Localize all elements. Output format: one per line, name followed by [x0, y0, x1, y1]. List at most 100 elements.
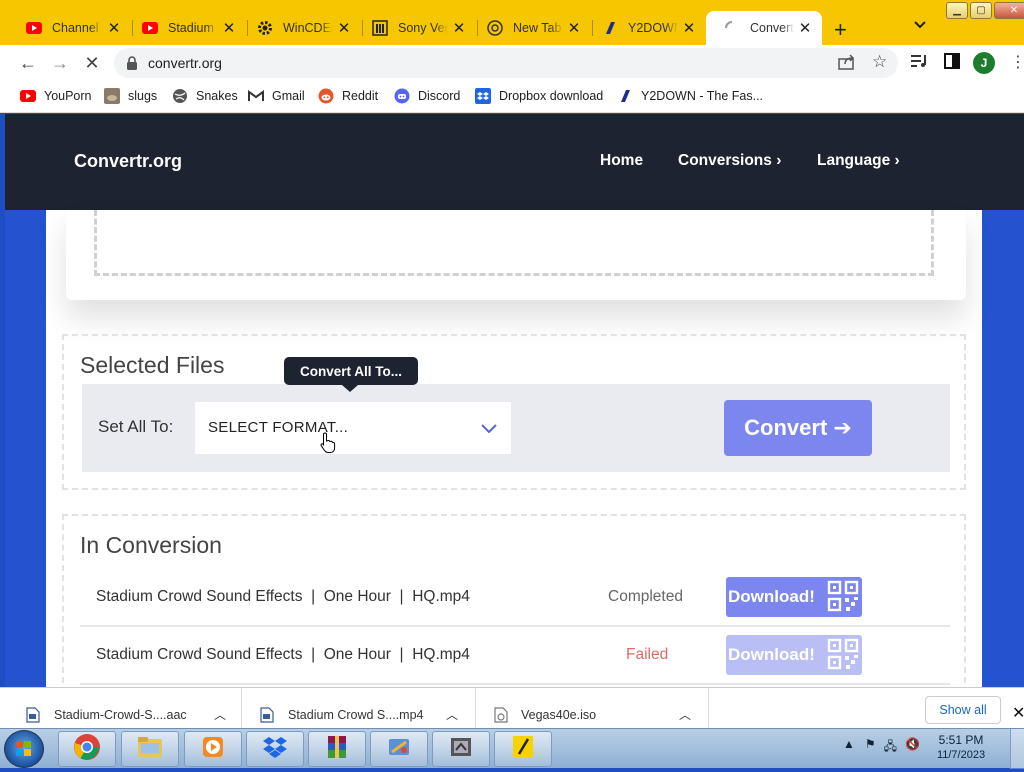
back-button[interactable]: ←: [16, 51, 40, 75]
action-center-flag-icon[interactable]: ⚑: [865, 737, 876, 758]
nav-conversions[interactable]: Conversions ›: [678, 152, 781, 170]
tab-label: Y2DOWN: [628, 21, 678, 35]
tab-close-icon[interactable]: ✕: [567, 19, 581, 37]
download-item[interactable]: Stadium Crowd S....mp4 ︿: [242, 688, 476, 728]
bookmark-dropbox[interactable]: Dropbox download: [475, 87, 603, 105]
conversion-row: Stadium Crowd Sound Effects | One Hour |…: [80, 569, 950, 627]
discord-icon: [394, 88, 410, 104]
tab-search-icon[interactable]: [914, 18, 926, 32]
taskbar-dropbox[interactable]: [246, 731, 304, 767]
download-item[interactable]: Stadium-Crowd-S....aac ︿: [0, 688, 242, 728]
address-bar[interactable]: convertr.org ☆: [114, 48, 898, 78]
start-button[interactable]: [4, 730, 44, 768]
conversion-row: Stadium Crowd Sound Effects | One Hour |…: [80, 627, 950, 685]
minimize-button[interactable]: ▁: [946, 2, 968, 19]
tab-sony-vegas[interactable]: Sony Vegas Pro ✕: [354, 11, 476, 45]
tab-close-icon[interactable]: ✕: [222, 19, 236, 37]
download-button[interactable]: Download!: [726, 577, 862, 617]
tab-label: Convertr.org: [750, 21, 794, 35]
bookmark-youporn[interactable]: YouPorn: [20, 87, 92, 105]
share-icon[interactable]: [838, 54, 856, 75]
tab-close-icon[interactable]: ✕: [107, 19, 121, 37]
bookmark-snakes[interactable]: Snakes: [172, 87, 238, 105]
tab-convertr[interactable]: Convertr.org ✕: [706, 11, 822, 45]
bookmark-reddit[interactable]: Reddit: [318, 87, 378, 105]
tab-wincdemu[interactable]: WinCDEmu ✕: [239, 11, 361, 45]
side-panel-icon[interactable]: [944, 53, 960, 74]
file-drop-zone[interactable]: [94, 210, 934, 276]
chevron-up-icon[interactable]: ︿: [214, 706, 226, 723]
tab-label: WinCDEmu: [283, 21, 333, 35]
nav-language[interactable]: Language ›: [817, 152, 900, 170]
bookmark-label: Dropbox download: [499, 89, 604, 103]
taskbar-media-player[interactable]: [184, 731, 242, 767]
hand-cursor-icon: [320, 432, 336, 459]
forward-button[interactable]: →: [48, 51, 72, 75]
tab-new-tab[interactable]: New Tab ✕: [469, 11, 591, 45]
clock-date: 11/7/2023: [936, 749, 986, 761]
tab-label: Stadium Crowd Sound Effects - YouTube: [168, 21, 218, 35]
conversion-status: Completed: [608, 588, 683, 605]
clock-time: 5:51 PM: [938, 733, 984, 747]
maximize-button[interactable]: ▢: [970, 2, 992, 19]
more-menu-icon[interactable]: ⋮: [1010, 52, 1024, 72]
qr-code-icon[interactable]: [827, 580, 859, 617]
download-filename[interactable]: Stadium Crowd S....mp4: [288, 708, 423, 722]
tab-y2down[interactable]: Y2DOWN ✕: [584, 11, 706, 45]
url-text[interactable]: convertr.org: [148, 55, 222, 71]
web-page: Convertr.org Home Conversions › Language…: [5, 114, 1024, 687]
chevron-up-icon[interactable]: ︿: [679, 706, 691, 723]
download-filename[interactable]: Vegas40e.iso: [521, 708, 596, 722]
lock-icon[interactable]: [126, 56, 138, 75]
tab-youtube-studio[interactable]: Channel content - YouTube Studio ✕: [8, 11, 131, 45]
stop-loading-button[interactable]: ✕: [80, 51, 104, 75]
nav-home[interactable]: Home: [600, 152, 643, 170]
bookmark-gmail[interactable]: Gmail: [248, 87, 305, 105]
taskbar-app-6[interactable]: [432, 731, 490, 767]
bookmark-discord[interactable]: Discord: [394, 87, 460, 105]
film-app-icon: [448, 734, 474, 765]
bookmark-label: Discord: [418, 89, 461, 103]
bookmark-label: slugs: [128, 89, 158, 103]
taskbar-app-5[interactable]: [370, 731, 428, 767]
tab-stadium-crowd[interactable]: Stadium Crowd Sound Effects - YouTube ✕: [124, 11, 246, 45]
close-shelf-icon[interactable]: ✕: [1012, 703, 1024, 723]
tab-close-icon[interactable]: ✕: [798, 19, 812, 37]
volume-muted-icon[interactable]: 🔇: [905, 737, 920, 758]
convert-button[interactable]: Convert ➔: [724, 400, 872, 456]
network-icon[interactable]: 🖧: [884, 737, 897, 758]
tab-close-icon[interactable]: ✕: [337, 19, 351, 37]
show-hidden-icons-icon[interactable]: ▲: [843, 737, 855, 758]
media-controls-icon[interactable]: [910, 53, 928, 74]
show-desktop-button[interactable]: [1010, 729, 1024, 769]
system-clock[interactable]: 5:51 PM 11/7/2023: [936, 733, 986, 761]
download-filename[interactable]: Stadium-Crowd-S....aac: [54, 708, 187, 722]
download-label[interactable]: Download!: [728, 587, 815, 607]
show-all-downloads-button[interactable]: Show all: [925, 696, 1001, 724]
tab-label: Channel content - YouTube Studio: [52, 21, 103, 35]
tab-close-icon[interactable]: ✕: [452, 19, 466, 37]
bookmark-slugs[interactable]: slugs: [104, 87, 157, 105]
taskbar-winrar[interactable]: [308, 731, 366, 767]
profile-avatar[interactable]: J: [973, 52, 995, 74]
archive-icon: [372, 20, 388, 36]
window-controls: ▁ ▢ ✕: [944, 2, 1024, 19]
bookmark-star-icon[interactable]: ☆: [872, 52, 887, 72]
chevron-up-icon[interactable]: ︿: [446, 706, 458, 723]
taskbar-explorer[interactable]: [121, 731, 179, 767]
taskbar-app-7[interactable]: [494, 731, 552, 767]
close-window-button[interactable]: ✕: [994, 2, 1024, 19]
chrome-icon: [487, 20, 503, 36]
format-select[interactable]: SELECT FORMAT...: [195, 402, 511, 454]
selected-files-title: Selected Files: [80, 352, 225, 378]
download-shelf: Stadium-Crowd-S....aac ︿ Stadium Crowd S…: [0, 687, 1024, 728]
media-player-icon: [200, 734, 226, 765]
taskbar-chrome[interactable]: [58, 731, 116, 767]
download-item[interactable]: Vegas40e.iso ︿: [476, 688, 709, 728]
loading-spinner-icon: [724, 20, 740, 36]
new-tab-button[interactable]: +: [834, 17, 847, 43]
site-logo[interactable]: Convertr.org: [74, 151, 182, 172]
bookmark-y2down[interactable]: Y2DOWN - The Fas...: [617, 87, 763, 105]
chevron-down-icon[interactable]: [481, 421, 497, 439]
tab-close-icon[interactable]: ✕: [682, 19, 696, 37]
